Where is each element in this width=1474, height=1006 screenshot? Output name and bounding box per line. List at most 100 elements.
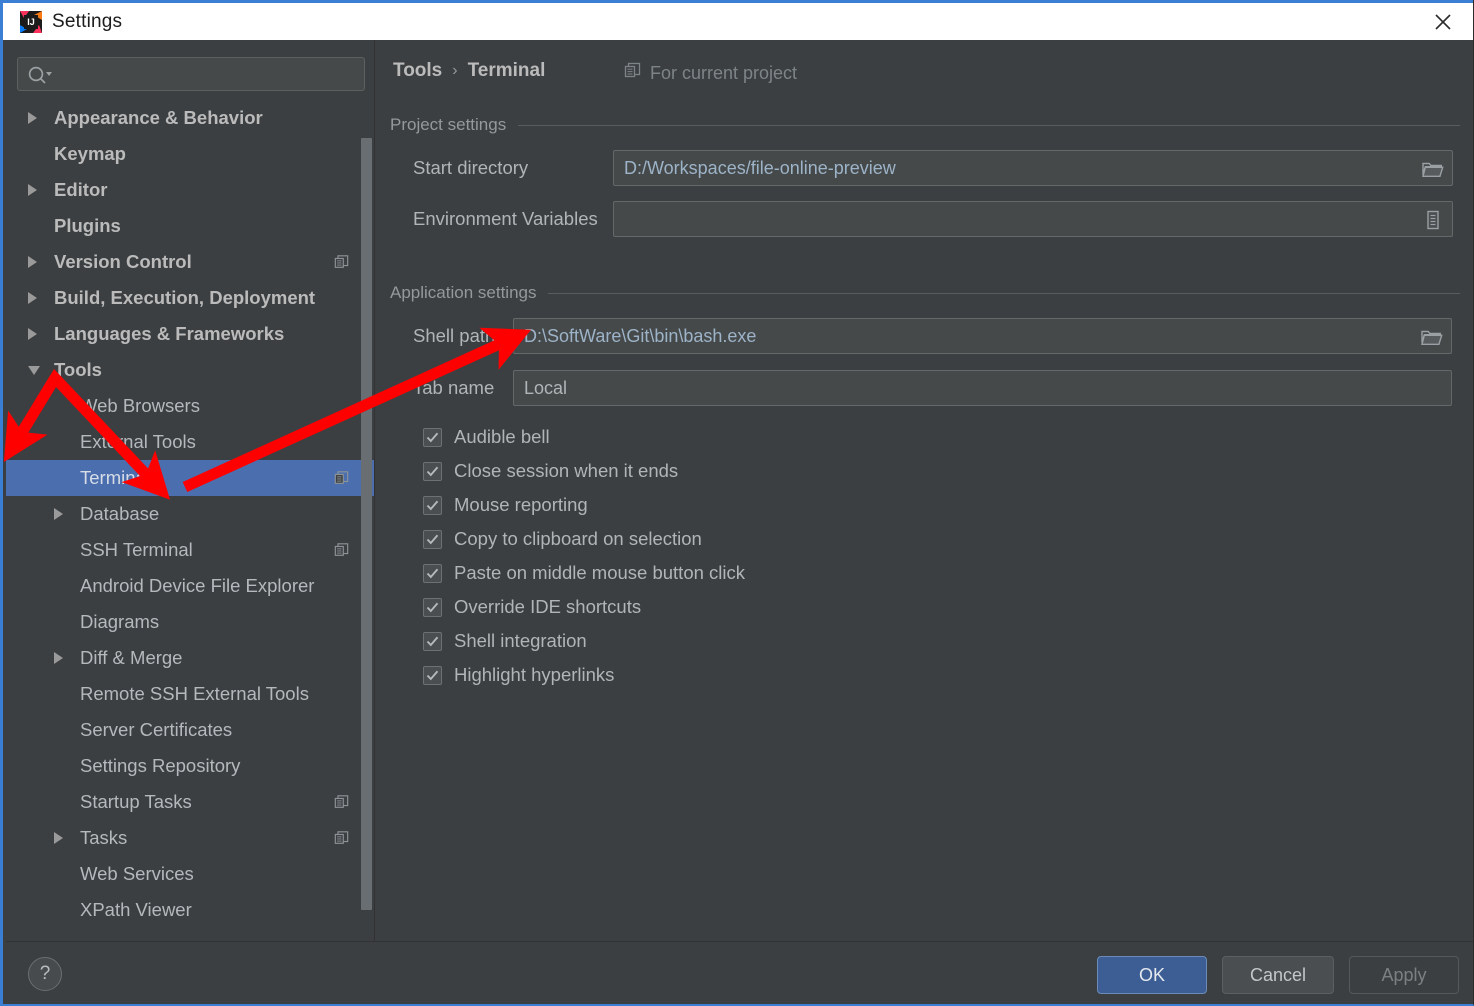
sidebar-item-settings-repository[interactable]: Settings Repository [6, 748, 374, 784]
checkbox-box[interactable] [423, 427, 442, 447]
check-icon [426, 636, 439, 646]
cancel-button[interactable]: Cancel [1222, 956, 1334, 994]
close-icon[interactable] [1412, 3, 1473, 40]
sidebar-item-label: Settings Repository [80, 755, 241, 776]
sidebar-item-label: Remote SSH External Tools [80, 683, 309, 704]
settings-sidebar: Appearance & Behavior Keymap Editor Plugins… [6, 40, 375, 941]
sidebar-item-label: Editor [54, 179, 108, 200]
start-directory-input[interactable]: D:/Workspaces/file-online-preview [613, 150, 1453, 186]
chevron-right-icon[interactable] [28, 100, 54, 136]
checkbox-box[interactable] [423, 461, 442, 481]
folder-icon[interactable] [1414, 320, 1450, 354]
tab-name-input[interactable]: Local [513, 370, 1452, 406]
checkbox-mouse-reporting[interactable]: Mouse reporting [423, 488, 745, 522]
ok-button[interactable]: OK [1097, 956, 1207, 994]
search-icon[interactable] [27, 65, 53, 85]
checkbox-audible-bell[interactable]: Audible bell [423, 420, 745, 454]
sidebar-item-external-tools[interactable]: External Tools [6, 424, 374, 460]
sidebar-item-label: Appearance & Behavior [54, 107, 263, 128]
shell-path-row: Shell path D:\SoftWare\Git\bin\bash.exe [413, 318, 1452, 354]
sidebar-item-label: Tasks [80, 827, 128, 848]
chevron-right-icon[interactable] [54, 496, 80, 532]
sidebar-item-label: Database [80, 503, 160, 524]
sidebar-item-tasks[interactable]: Tasks [6, 820, 374, 856]
sidebar-item-editor[interactable]: Editor [6, 172, 374, 208]
project-scope-icon [334, 795, 349, 810]
sidebar-item-version-control[interactable]: Version Control [6, 244, 374, 280]
help-button[interactable]: ? [28, 957, 62, 991]
sidebar-item-keymap[interactable]: Keymap [6, 136, 374, 172]
sidebar-scrollbar[interactable] [361, 138, 372, 910]
check-icon [426, 466, 439, 476]
chevron-down-icon[interactable] [28, 352, 54, 388]
sidebar-item-plugins[interactable]: Plugins [6, 208, 374, 244]
environment-variables-input[interactable] [613, 201, 1453, 237]
environment-variables-row: Environment Variables [413, 201, 1453, 237]
project-scope-icon [334, 255, 349, 270]
checkbox-shell-integration[interactable]: Shell integration [423, 624, 745, 658]
checkbox-copy-to-clipboard-on-selection[interactable]: Copy to clipboard on selection [423, 522, 745, 556]
sidebar-item-server-certificates[interactable]: Server Certificates [6, 712, 374, 748]
sidebar-item-terminal[interactable]: Terminal [6, 460, 374, 496]
checkbox-box[interactable] [423, 495, 442, 515]
sidebar-item-remote-ssh-external-tools[interactable]: Remote SSH External Tools [6, 676, 374, 712]
start-directory-row: Start directory D:/Workspaces/file-onlin… [413, 150, 1453, 186]
checkbox-box[interactable] [423, 631, 442, 651]
checkbox-close-session-when-it-ends[interactable]: Close session when it ends [423, 454, 745, 488]
checkbox-box[interactable] [423, 597, 442, 617]
chevron-right-icon[interactable] [28, 316, 54, 352]
sidebar-item-web-browsers[interactable]: Web Browsers [6, 388, 374, 424]
sidebar-item-diagrams[interactable]: Diagrams [6, 604, 374, 640]
search-field-wrapper [17, 57, 365, 91]
sidebar-item-xpath-viewer[interactable]: XPath Viewer [6, 892, 374, 928]
apply-button[interactable]: Apply [1349, 956, 1459, 994]
breadcrumb-parent[interactable]: Tools [393, 60, 442, 82]
shell-path-value: D:\SoftWare\Git\bin\bash.exe [524, 325, 757, 346]
checkbox-label: Highlight hyperlinks [454, 664, 615, 685]
chevron-right-icon[interactable] [54, 640, 80, 676]
sidebar-item-label: Languages & Frameworks [54, 323, 285, 344]
checkbox-override-ide-shortcuts[interactable]: Override IDE shortcuts [423, 590, 745, 624]
sidebar-item-database[interactable]: Database [6, 496, 374, 532]
checkbox-box[interactable] [423, 665, 442, 685]
settings-dialog: IJ Settings Appearance & Behavior Keymap… [0, 0, 1474, 1006]
checkbox-box[interactable] [423, 529, 442, 549]
folder-icon[interactable] [1415, 152, 1451, 186]
sidebar-item-label: Plugins [54, 215, 121, 236]
terminal-options-list: Audible bell Close session when it ends Mo… [423, 420, 745, 692]
sidebar-item-languages-frameworks[interactable]: Languages & Frameworks [6, 316, 374, 352]
sidebar-item-startup-tasks[interactable]: Startup Tasks [6, 784, 374, 820]
intellij-idea-logo-icon: IJ [20, 10, 42, 33]
sidebar-item-build-execution-deployment[interactable]: Build, Execution, Deployment [6, 280, 374, 316]
chevron-right-icon[interactable] [54, 820, 80, 856]
svg-text:IJ: IJ [27, 17, 35, 27]
sidebar-item-label: SSH Terminal [80, 539, 193, 560]
sidebar-item-label: Tools [54, 359, 102, 380]
breadcrumb: Tools › Terminal [393, 60, 545, 82]
sidebar-item-ssh-terminal[interactable]: SSH Terminal [6, 532, 374, 568]
search-input[interactable] [17, 57, 365, 91]
checkbox-box[interactable] [423, 563, 442, 583]
environment-variables-label: Environment Variables [413, 208, 598, 229]
chevron-right-icon[interactable] [28, 280, 54, 316]
tab-name-label: Tab name [413, 377, 495, 398]
checkbox-highlight-hyperlinks[interactable]: Highlight hyperlinks [423, 658, 745, 692]
sidebar-item-android-device-file-explorer[interactable]: Android Device File Explorer [6, 568, 374, 604]
sidebar-item-web-services[interactable]: Web Services [6, 856, 374, 892]
chevron-right-icon[interactable] [28, 244, 54, 280]
checkbox-paste-on-middle-mouse-button-click[interactable]: Paste on middle mouse button click [423, 556, 745, 590]
shell-path-input[interactable]: D:\SoftWare\Git\bin\bash.exe [513, 318, 1452, 354]
sidebar-item-diff-merge[interactable]: Diff & Merge [6, 640, 374, 676]
sidebar-item-tools[interactable]: Tools [6, 352, 374, 388]
chevron-right-icon[interactable] [28, 172, 54, 208]
sidebar-item-appearance-behavior[interactable]: Appearance & Behavior [6, 100, 374, 136]
checkbox-label: Paste on middle mouse button click [454, 562, 746, 583]
list-icon[interactable] [1415, 203, 1451, 237]
shell-path-label: Shell path [413, 325, 496, 346]
start-directory-label: Start directory [413, 157, 529, 178]
